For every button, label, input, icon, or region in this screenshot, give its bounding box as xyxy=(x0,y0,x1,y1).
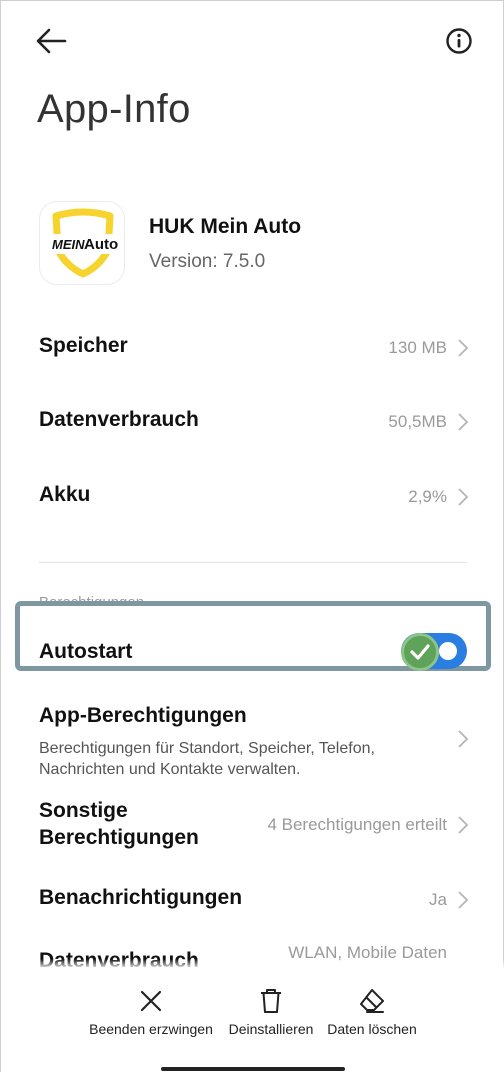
row-battery[interactable]: Akku 2,9% xyxy=(39,483,469,513)
home-indicator[interactable] xyxy=(161,1067,345,1071)
row-storage[interactable]: Speicher 130 MB xyxy=(39,334,469,364)
arrow-left-icon xyxy=(36,28,67,54)
row-label: App-Berechtigungen xyxy=(39,704,247,727)
toggle-knob xyxy=(439,642,457,660)
chevron-right-icon xyxy=(458,816,469,834)
page-title: App-Info xyxy=(37,87,191,131)
row-value: Ja xyxy=(429,890,447,909)
app-icon: MEIN Auto xyxy=(39,201,125,285)
row-other-permissions[interactable]: Sonstige Berechtigungen 4 Berechtigungen… xyxy=(39,799,469,855)
row-label: Benachrichtigungen xyxy=(39,886,243,909)
check-badge xyxy=(401,633,439,671)
chevron-right-icon xyxy=(458,488,469,506)
top-bar xyxy=(1,1,504,81)
trash-icon xyxy=(261,989,281,1013)
row-label-line2: Berechtigungen xyxy=(39,826,199,849)
chevron-right-icon xyxy=(458,339,469,357)
row-label: Autostart xyxy=(39,640,133,663)
row-app-permissions[interactable]: App-Berechtigungen Berechtigungen für St… xyxy=(39,704,469,778)
eraser-icon xyxy=(360,989,384,1013)
row-value: 50,5MB xyxy=(388,412,447,431)
row-value: 130 MB xyxy=(388,338,447,357)
scroll-fade xyxy=(1,959,504,969)
app-name: HUK Mein Auto xyxy=(149,215,302,238)
app-version: Version: 7.5.0 xyxy=(149,251,266,272)
chevron-right-icon xyxy=(458,891,469,909)
svg-text:Auto: Auto xyxy=(84,236,118,253)
force-stop-button[interactable]: Beenden erzwingen xyxy=(81,987,221,1037)
info-button[interactable] xyxy=(441,23,477,59)
row-value: 4 Berechtigungen erteilt xyxy=(267,815,447,834)
row-label: Speicher xyxy=(39,334,128,357)
screen-frame: App-Info MEIN Auto HUK Mein Auto Version… xyxy=(0,0,504,1072)
row-label-line1: Sonstige xyxy=(39,799,128,822)
action-label: Daten löschen xyxy=(327,1021,417,1037)
row-label: Akku xyxy=(39,483,91,506)
info-icon xyxy=(446,28,472,54)
clear-data-button[interactable]: Daten löschen xyxy=(302,987,442,1037)
app-header: MEIN Auto HUK Mein Auto Version: 7.5.0 xyxy=(39,201,469,285)
divider xyxy=(39,562,467,563)
action-label: Beenden erzwingen xyxy=(89,1021,213,1037)
row-description: Berechtigungen für Standort, Speicher, T… xyxy=(39,740,375,778)
row-label: Datenverbrauch xyxy=(39,408,199,431)
svg-text:MEIN: MEIN xyxy=(52,237,85,252)
close-icon xyxy=(140,990,162,1012)
row-notifications[interactable]: Benachrichtigungen Ja xyxy=(39,886,469,916)
check-icon xyxy=(410,644,430,660)
chevron-right-icon xyxy=(458,730,469,748)
bottom-action-bar: Beenden erzwingen Deinstallieren Daten l… xyxy=(1,969,504,1072)
huk-shield-logo: MEIN Auto xyxy=(48,208,118,278)
row-value: 2,9% xyxy=(408,487,447,506)
row-data-usage[interactable]: Datenverbrauch 50,5MB xyxy=(39,408,469,438)
back-button[interactable] xyxy=(31,23,71,59)
chevron-right-icon xyxy=(458,413,469,431)
